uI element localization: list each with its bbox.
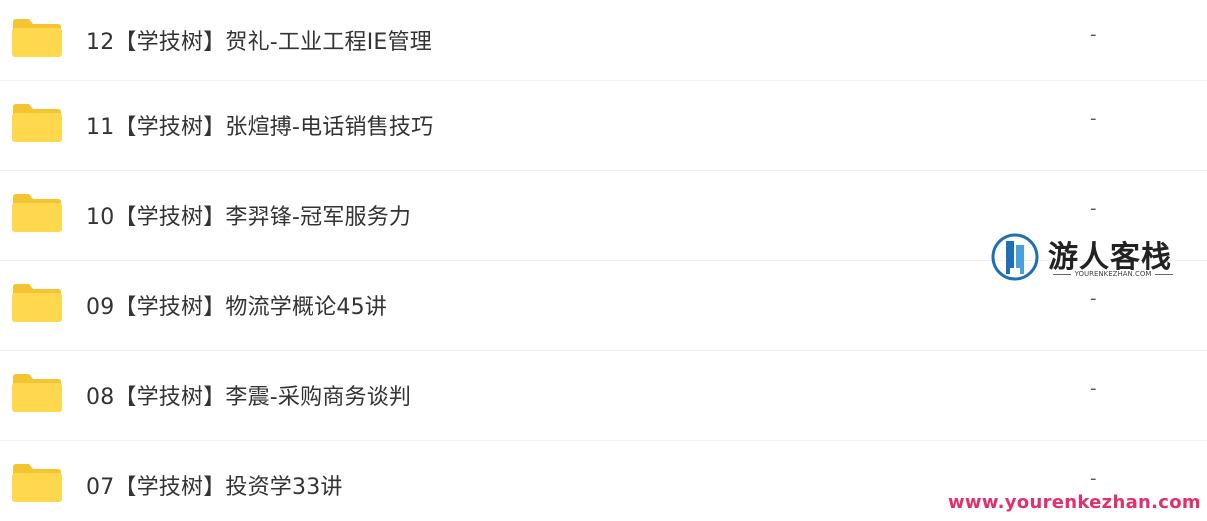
file-size: - xyxy=(1090,468,1097,489)
file-size: - xyxy=(1090,288,1097,309)
folder-icon xyxy=(11,193,63,233)
file-size: - xyxy=(1090,24,1097,45)
file-name[interactable]: 07【学技树】投资学33讲 xyxy=(86,469,343,501)
file-size: - xyxy=(1090,108,1097,129)
file-name[interactable]: 10【学技树】李羿锋-冠军服务力 xyxy=(86,199,411,231)
list-item[interactable]: 11【学技树】张煊搏-电话销售技巧 - xyxy=(0,81,1207,171)
folder-icon xyxy=(11,463,63,503)
file-name[interactable]: 08【学技树】李震-采购商务谈判 xyxy=(86,379,411,411)
file-name[interactable]: 11【学技树】张煊搏-电话销售技巧 xyxy=(86,109,433,141)
folder-icon xyxy=(11,103,63,143)
watermark-logo: 游人客栈 YOURENKEZHAN.COM xyxy=(990,230,1190,286)
list-item[interactable]: 08【学技树】李震-采购商务谈判 - xyxy=(0,351,1207,441)
list-item[interactable]: 12【学技树】贺礼-工业工程IE管理 - xyxy=(0,0,1207,81)
inn-logo-icon xyxy=(990,232,1040,282)
file-name[interactable]: 09【学技树】物流学概论45讲 xyxy=(86,289,387,321)
file-size: - xyxy=(1090,198,1097,219)
folder-icon xyxy=(11,373,63,413)
folder-icon xyxy=(11,18,63,58)
watermark-url: www.yourenkezhan.com xyxy=(948,492,1201,513)
file-size: - xyxy=(1090,378,1097,399)
file-name[interactable]: 12【学技树】贺礼-工业工程IE管理 xyxy=(86,24,432,56)
folder-icon xyxy=(11,283,63,323)
watermark-subtitle: YOURENKEZHAN.COM xyxy=(1048,270,1178,278)
